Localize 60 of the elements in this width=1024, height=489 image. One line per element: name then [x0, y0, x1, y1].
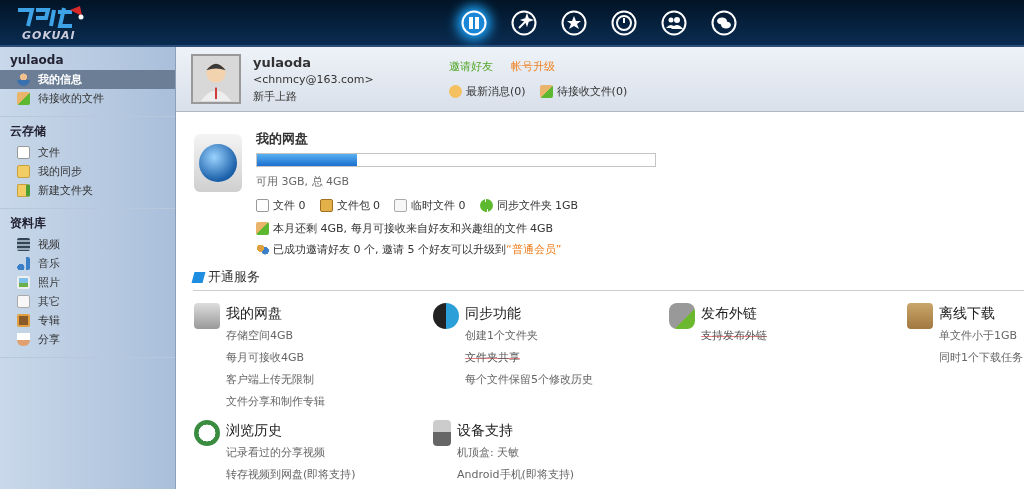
stat-text: 文件 0 [273, 198, 306, 213]
star-icon[interactable] [561, 9, 587, 36]
stat-text: 文件包 0 [336, 198, 380, 213]
sidebar-item[interactable]: 专辑 [0, 311, 175, 330]
service-title: 离线下载 [939, 305, 996, 323]
service-feature: 每月可接收4GB [226, 350, 306, 365]
service-feature: 客户端上传无限制 [226, 372, 315, 387]
sidebar-item[interactable]: 我的信息 [0, 70, 175, 89]
album-icon [17, 314, 30, 327]
sidebar-item[interactable]: 音乐 [0, 254, 175, 273]
quota-text: 本月还剩 4GB, 每月可接收来自好友和兴趣组的文件 4GB [273, 221, 554, 236]
section-title: 资料库 [9, 215, 47, 232]
messages-link[interactable]: 最新消息(0) [466, 84, 526, 99]
package-icon [319, 199, 333, 212]
folder-icon [17, 165, 30, 178]
user-icon [17, 73, 30, 86]
logo-text: GOKUAI [21, 29, 77, 42]
picture-icon [17, 276, 30, 289]
stat-text: 临时文件 0 [411, 198, 466, 213]
sidebar-item[interactable]: 待接收的文件 [0, 89, 175, 108]
sidebar-item[interactable]: 我的同步 [0, 162, 175, 181]
service-feature: 存储空间4GB [226, 328, 295, 343]
section-title: yulaoda [9, 53, 65, 69]
sidebar-item[interactable]: 照片 [0, 273, 175, 292]
sidebar-item[interactable]: 其它 [0, 292, 175, 311]
service-feature: 记录看过的分享视频 [226, 445, 326, 460]
magic-wand-icon[interactable] [511, 9, 537, 36]
document-icon [17, 295, 30, 308]
service-feature: 同时1个下载任务 [939, 350, 1023, 365]
disk-title: 我的网盘 [256, 130, 309, 148]
service-feature: Android手机(即将支持) [457, 467, 575, 482]
sidebar-item[interactable]: 文件 [0, 143, 175, 162]
service-feature: 文件分享和制作专辑 [226, 394, 325, 409]
service-title: 我的网盘 [226, 305, 283, 323]
pending-files-link[interactable]: 待接收文件(0) [556, 84, 628, 99]
sidebar-item[interactable]: 视频 [0, 235, 175, 254]
stat-text: 同步文件夹 1GB [496, 198, 579, 213]
service-feature: 机顶盒: 天敏 [457, 445, 521, 460]
g-logo-icon [191, 271, 206, 283]
section-title: 云存储 [9, 123, 47, 140]
service-feature: 单文件小于1GB [939, 328, 1019, 343]
services-title: 开通服务 [208, 268, 260, 286]
service-feature: 每个文件保留5个修改历史 [465, 372, 593, 387]
film-icon [17, 238, 30, 251]
sidebar-item[interactable]: 分享 [0, 330, 175, 349]
globe-drive-icon [194, 134, 242, 192]
user-name: yulaoda [253, 54, 312, 70]
user-email: <chnmcy@163.com> [253, 72, 375, 86]
service-title: 发布外链 [701, 305, 758, 323]
service-title: 浏览历史 [226, 422, 283, 440]
service-title: 同步功能 [465, 305, 522, 323]
usage-text: 可用 3GB, 总 4GB [256, 174, 351, 189]
avatar-silhouette [191, 54, 241, 104]
document-icon [394, 199, 407, 212]
user-level: 新手上路 [253, 88, 298, 104]
sidebar-item[interactable]: 新建文件夹 [0, 181, 175, 200]
invite-text: 已成功邀请好友 0 个, 邀请 5 个好友可以升级到“普通会员” [273, 242, 562, 257]
service-title: 设备支持 [457, 422, 514, 440]
service-feature: 创建1个文件夹 [465, 328, 539, 343]
service-feature: 转存视频到网盘(即将支持) [226, 467, 356, 482]
